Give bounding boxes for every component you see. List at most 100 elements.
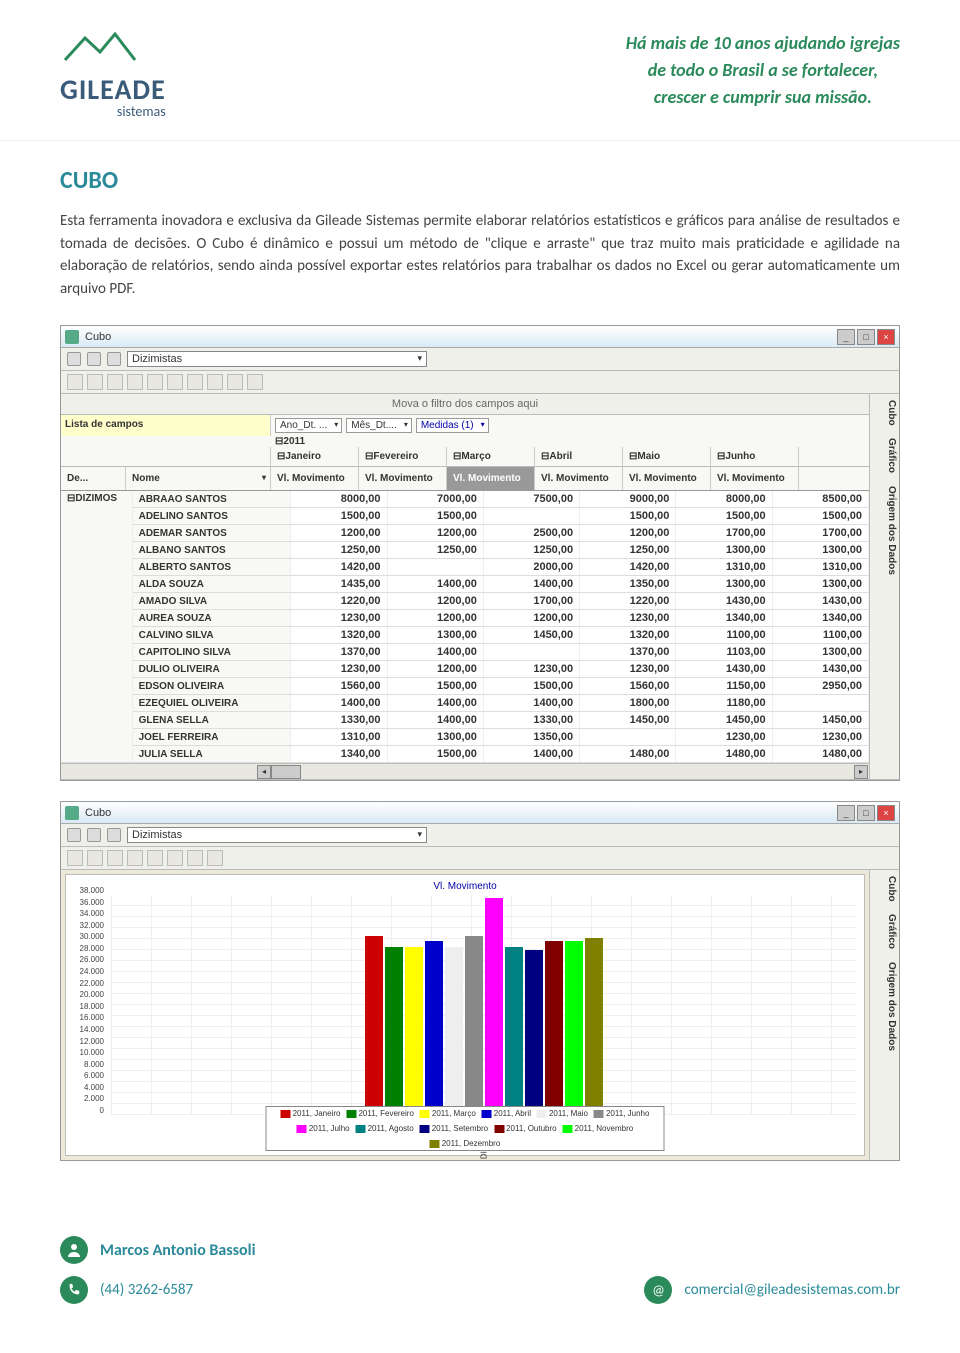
sum-icon[interactable] (187, 374, 203, 390)
year-label[interactable]: ⊟2011 (61, 436, 869, 447)
name-cell: CAPITOLINO SILVA (132, 644, 291, 661)
save-icon[interactable] (107, 352, 121, 366)
chart-bar (525, 950, 543, 1115)
chart-bar (545, 941, 563, 1115)
tool-icon[interactable] (107, 850, 123, 866)
side-tab-cubo[interactable]: Cubo (886, 876, 897, 902)
tool-icon[interactable] (167, 374, 183, 390)
value-cell: 8500,00 (772, 491, 868, 508)
value-cell: 1700,00 (483, 593, 579, 610)
pivot-data-table: ⊟DIZIMOSABRAAO SANTOS8000,007000,007500,… (61, 491, 869, 763)
legend-swatch (420, 1110, 430, 1118)
scroll-left-icon[interactable]: ◂ (257, 765, 271, 779)
value-cell: 1400,00 (483, 695, 579, 712)
col-field-mes[interactable]: Mês_Dt.... (346, 418, 412, 433)
horizontal-scrollbar[interactable]: ◂ ▸ (61, 763, 869, 779)
tool-icon[interactable] (107, 374, 123, 390)
chart-icon[interactable] (207, 374, 223, 390)
side-tab-origem[interactable]: Origem dos Dados (886, 962, 897, 1051)
value-cell: 1400,00 (387, 576, 483, 593)
value-cell: 1300,00 (676, 542, 772, 559)
tool-icon[interactable] (207, 850, 223, 866)
tool-icon[interactable] (67, 850, 83, 866)
refresh-icon[interactable] (67, 828, 81, 842)
filter-icon[interactable] (87, 828, 101, 842)
value-cell: 1310,00 (772, 559, 868, 576)
value-cell: 1100,00 (676, 627, 772, 644)
table-row: ALBERTO SANTOS1420,002000,001420,001310,… (61, 559, 869, 576)
name-cell: ADELINO SANTOS (132, 508, 291, 525)
name-cell: ALBANO SANTOS (132, 542, 291, 559)
value-cell: 1310,00 (676, 559, 772, 576)
side-tab-cubo[interactable]: Cubo (886, 400, 897, 426)
tool-icon[interactable] (227, 374, 243, 390)
maximize-button[interactable]: □ (857, 805, 875, 821)
legend-swatch (430, 1140, 440, 1148)
value-cell: 1250,00 (483, 542, 579, 559)
name-cell: ALDA SOUZA (132, 576, 291, 593)
dataset-dropdown[interactable]: Dizimistas (127, 827, 427, 843)
value-cell: 1300,00 (676, 576, 772, 593)
tool-icon[interactable] (187, 850, 203, 866)
value-cell: 1230,00 (483, 661, 579, 678)
row-field-nome[interactable]: Nome (126, 467, 271, 490)
tool-icon[interactable] (87, 850, 103, 866)
table-row: AMADO SILVA1220,001200,001700,001220,001… (61, 593, 869, 610)
tool-icon[interactable] (247, 374, 263, 390)
save-icon[interactable] (107, 828, 121, 842)
measure-header: Vl. Movimento (623, 467, 711, 490)
side-tab-grafico[interactable]: Gráfico (886, 438, 897, 473)
dataset-dropdown[interactable]: Dizimistas (127, 351, 427, 367)
value-cell: 1430,00 (676, 593, 772, 610)
value-cell: 1200,00 (387, 661, 483, 678)
filter-drop-area[interactable]: Mova o filtro dos campos aqui (61, 394, 869, 415)
value-cell: 2000,00 (483, 559, 579, 576)
group-cell[interactable]: ⊟DIZIMOS (61, 491, 132, 763)
col-field-medidas[interactable]: Medidas (1) (416, 418, 489, 433)
legend-item: 2011, Setembro (420, 1124, 488, 1133)
month-header[interactable]: ⊟Abril (535, 447, 623, 466)
y-tick-label: 18.000 (80, 1002, 104, 1011)
scroll-thumb[interactable] (271, 765, 301, 779)
copy-icon[interactable] (87, 374, 103, 390)
month-header[interactable]: ⊟Janeiro (271, 447, 359, 466)
chart-bar (385, 947, 403, 1115)
scroll-right-icon[interactable]: ▸ (854, 765, 868, 779)
tool-icon[interactable] (127, 850, 143, 866)
window-titlebar: Cubo _ □ × (61, 326, 899, 348)
value-cell: 1220,00 (580, 593, 676, 610)
print-icon[interactable] (67, 374, 83, 390)
tool-icon[interactable] (167, 850, 183, 866)
value-cell: 1430,00 (772, 661, 868, 678)
month-header[interactable]: ⊟Junho (711, 447, 799, 466)
tool-icon[interactable] (127, 374, 143, 390)
side-tab-origem[interactable]: Origem dos Dados (886, 486, 897, 575)
refresh-icon[interactable] (67, 352, 81, 366)
minimize-button[interactable]: _ (837, 805, 855, 821)
chart-toolbar (61, 847, 899, 870)
tool-icon[interactable] (147, 850, 163, 866)
legend-swatch (346, 1110, 356, 1118)
month-header[interactable]: ⊟Março (447, 447, 535, 466)
field-list-label[interactable]: Lista de campos (61, 415, 271, 436)
page-footer: Marcos Antonio Bassoli (44) 3262-6587 @ … (0, 1206, 960, 1334)
table-row: CALVINO SILVA1320,001300,001450,001320,0… (61, 627, 869, 644)
value-cell: 1500,00 (580, 508, 676, 525)
value-cell: 1400,00 (387, 712, 483, 729)
col-field-ano[interactable]: Ano_Dt. ... (275, 418, 342, 433)
measure-header: Vl. Movimento (271, 467, 359, 490)
maximize-button[interactable]: □ (857, 329, 875, 345)
month-header[interactable]: ⊟Fevereiro (359, 447, 447, 466)
row-field-de[interactable]: De... (61, 467, 126, 490)
tool-icon[interactable] (147, 374, 163, 390)
close-button[interactable]: × (877, 329, 895, 345)
minimize-button[interactable]: _ (837, 329, 855, 345)
filter-icon[interactable] (87, 352, 101, 366)
row-headers: De... Nome Vl. Movimento Vl. Movimento V… (61, 467, 869, 491)
legend-item: 2011, Outubro (494, 1124, 557, 1133)
side-tab-grafico[interactable]: Gráfico (886, 914, 897, 949)
chart-area: Vl. Movimento 02.0004.0006.0008.00010.00… (65, 874, 865, 1156)
y-tick-label: 28.000 (80, 944, 104, 953)
month-header[interactable]: ⊟Maio (623, 447, 711, 466)
close-button[interactable]: × (877, 805, 895, 821)
